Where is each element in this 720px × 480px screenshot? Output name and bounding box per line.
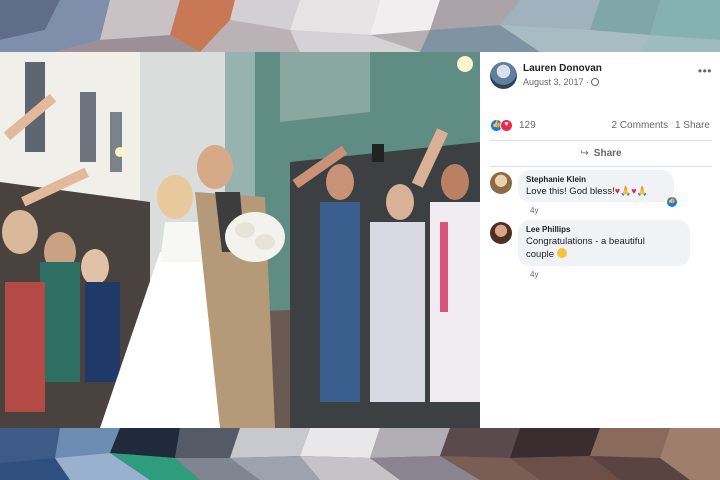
shares-count[interactable]: 1 Share (675, 120, 710, 131)
comment-text: Love this! God bless!♥🙏♥🙏 (526, 185, 666, 198)
divider (490, 140, 712, 141)
post-date[interactable]: August 3, 2017 · (523, 77, 600, 87)
folded-hands-icon: 🙏 (636, 186, 648, 196)
share-label: Share (593, 148, 622, 159)
commenter-avatar[interactable] (490, 222, 512, 244)
comment-time[interactable]: 4y (530, 270, 538, 279)
post-header: Lauren Donovan August 3, 2017 · ••• (490, 60, 712, 94)
commenter-name[interactable]: Stephanie Klein (526, 174, 666, 185)
globe-icon (591, 78, 600, 86)
post-date-text[interactable]: August 3, 2017 · (523, 77, 589, 87)
folded-hands-icon: 🙏 (620, 186, 632, 196)
share-icon: ↪ (580, 148, 589, 159)
comment-time[interactable]: 4y (530, 206, 538, 215)
comment-bubble: Stephanie Klein Love this! God bless!♥🙏♥… (518, 170, 674, 202)
commenter-avatar[interactable] (490, 172, 512, 194)
post-panel: Lauren Donovan August 3, 2017 · ••• 👍 ♥ … (480, 52, 720, 428)
reactions-row: 👍 ♥ 129 2 Comments 1 Share (490, 118, 712, 134)
mosaic-background-top (0, 0, 720, 52)
comment-text-line1: Congratulations - a beautiful (526, 236, 645, 247)
comments-shares: 2 Comments 1 Share (608, 120, 711, 131)
comment-text-line2-body: couple (526, 249, 554, 260)
share-button[interactable]: ↪ Share (490, 144, 712, 164)
reaction-count[interactable]: 129 (519, 120, 536, 131)
author-name[interactable]: Lauren Donovan (523, 63, 602, 74)
commenter-name[interactable]: Lee Phillips (526, 224, 682, 235)
smiling-face-icon (556, 248, 567, 258)
wedding-photo[interactable] (0, 52, 480, 428)
author-avatar[interactable] (490, 62, 517, 89)
divider (490, 166, 712, 167)
comment-bubble: Lee Phillips Congratulations - a beautif… (518, 220, 690, 266)
ellipsis-icon[interactable]: ••• (698, 64, 712, 78)
comment-text-line2: couple (526, 248, 682, 261)
mosaic-background-bottom (0, 428, 720, 480)
love-icon[interactable]: ♥ (500, 119, 513, 132)
comment-text-body: Love this! God bless! (526, 186, 615, 197)
comment-like-icon[interactable]: 👍 (666, 196, 678, 208)
comments-count[interactable]: 2 Comments (612, 120, 669, 131)
